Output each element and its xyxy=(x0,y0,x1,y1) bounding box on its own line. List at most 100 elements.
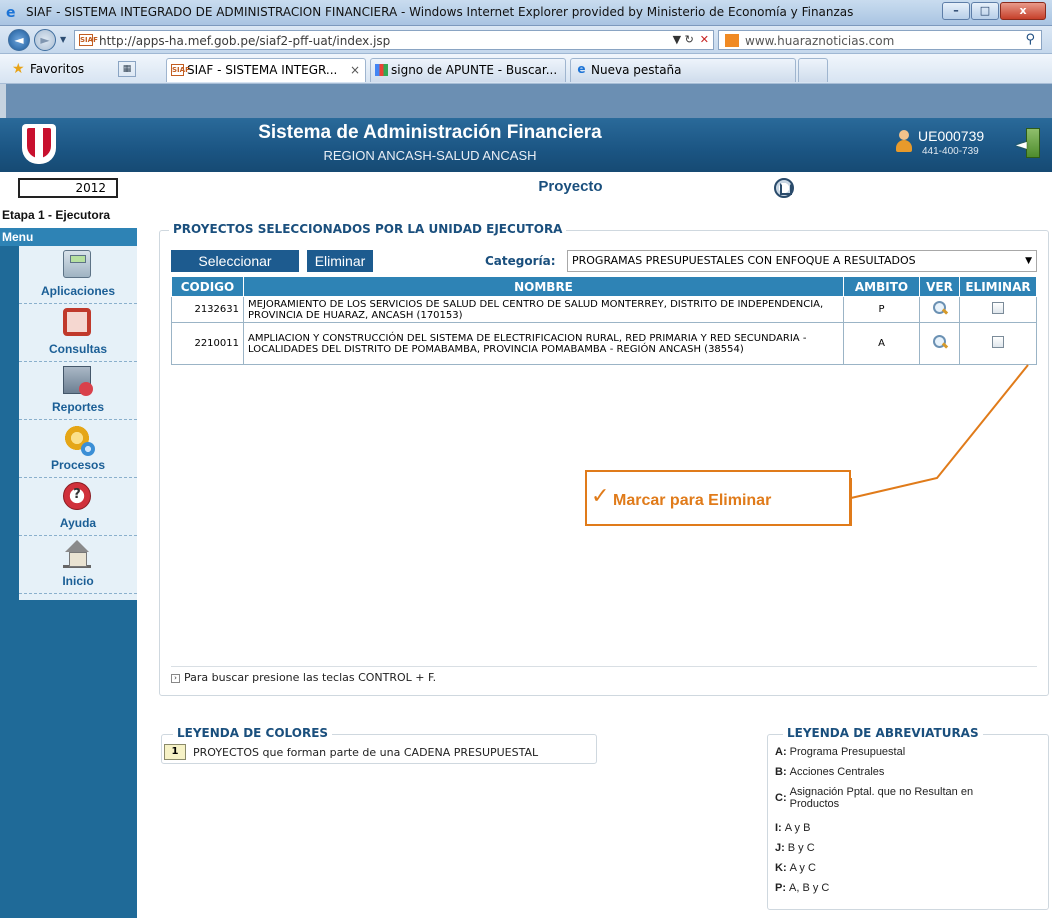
cell-ambito: P xyxy=(843,296,920,323)
sidebar-item-reportes[interactable]: Reportes xyxy=(19,362,137,420)
menu-panel: Aplicaciones Consultas Reportes Procesos… xyxy=(19,246,137,600)
menu-header: Menu xyxy=(0,228,137,246)
url-input[interactable]: SIAF http://apps-ha.mef.gob.pe/siaf2-pff… xyxy=(74,30,714,50)
refresh-icon[interactable]: ↻ xyxy=(685,33,694,46)
minimize-button[interactable]: – xyxy=(942,2,970,20)
sidebar-item-label: Reportes xyxy=(51,400,104,414)
gears-icon xyxy=(63,424,95,456)
col-codigo: CODIGO xyxy=(171,276,244,297)
category-value: PROGRAMAS PRESUPUESTALES CON ENFOQUE A R… xyxy=(572,254,916,267)
abbrev-legend-title: LEYENDA DE ABREVIATURAS xyxy=(783,726,983,740)
history-dropdown-icon[interactable]: ▼ xyxy=(60,35,66,44)
dropdown-arrow-icon[interactable]: ▼ xyxy=(673,33,681,46)
sidebar-item-aplicaciones[interactable]: Aplicaciones xyxy=(19,246,137,304)
ie-logo-icon: e xyxy=(6,5,16,21)
sidebar-item-label: Inicio xyxy=(62,574,94,588)
window-title: SIAF - SISTEMA INTEGRADO DE ADMINISTRACI… xyxy=(26,5,854,19)
help-icon xyxy=(63,482,91,510)
sidebar-item-inicio[interactable]: Inicio xyxy=(19,536,137,594)
col-eliminar: ELIMINAR xyxy=(959,276,1037,297)
calculator-icon xyxy=(63,250,91,278)
google-tab-icon xyxy=(375,64,388,76)
app-header: Sistema de Administración Financiera REG… xyxy=(0,118,1052,172)
report-icon xyxy=(63,366,93,396)
app-subtitle: REGION ANCASH-SALUD ANCASH xyxy=(323,148,537,163)
abbrev-item: I: A y B xyxy=(775,822,811,834)
color-legend-swatch: 1 xyxy=(164,744,186,760)
tab-new-page[interactable]: e Nueva pestaña xyxy=(570,58,796,82)
view-magnifier-icon[interactable] xyxy=(932,334,948,350)
search-input[interactable]: www.huaraznoticias.com ⚲ xyxy=(718,30,1042,50)
search-icon[interactable]: ⚲ xyxy=(1025,32,1035,47)
cell-nombre: AMPLIACION Y CONSTRUCCIÓN DEL SISTEMA DE… xyxy=(243,322,844,365)
cell-eliminar xyxy=(959,322,1037,365)
close-window-button[interactable]: x xyxy=(1000,2,1046,20)
search-hint-text: Para buscar presione las teclas CONTROL … xyxy=(184,671,437,684)
app-title: Sistema de Administración Financiera xyxy=(258,122,602,143)
search-hint: › Para buscar presione las teclas CONTROL… xyxy=(171,666,1037,684)
delete-checkbox[interactable] xyxy=(992,336,1004,348)
cell-ver xyxy=(919,322,960,365)
new-tab-button[interactable] xyxy=(798,58,828,82)
cell-nombre: MEJORAMIENTO DE LOS SERVICIOS DE SALUD D… xyxy=(243,296,844,323)
tab-google-search[interactable]: signo de APUNTE - Buscar... xyxy=(370,58,566,82)
exit-icon[interactable]: ◄ xyxy=(1016,128,1042,158)
forward-button[interactable]: ► xyxy=(34,29,56,51)
year-field[interactable]: 2012 xyxy=(18,178,118,198)
tab-siaf[interactable]: SIAF SIAF - SISTEMA INTEGR... × xyxy=(166,58,366,82)
sidebar-item-label: Consultas xyxy=(48,342,107,356)
abbrev-item: A: Programa Presupuestal xyxy=(775,746,906,758)
color-legend-title: LEYENDA DE COLORES xyxy=(173,726,333,740)
category-select[interactable]: PROGRAMAS PRESUPUESTALES CON ENFOQUE A R… xyxy=(567,250,1037,272)
color-legend-description: PROYECTOS que forman parte de una CADENA… xyxy=(193,746,539,759)
cell-codigo: 2210011 xyxy=(171,322,244,365)
view-magnifier-icon[interactable] xyxy=(932,300,948,316)
col-ambito: AMBITO xyxy=(843,276,920,297)
abbrev-item: J: B y C xyxy=(775,842,815,854)
maximize-button[interactable]: □ xyxy=(971,2,999,20)
sidebar-item-ayuda[interactable]: Ayuda xyxy=(19,478,137,536)
sidebar-item-label: Aplicaciones xyxy=(40,284,116,298)
table-row[interactable]: 2132631 MEJORAMIENTO DE LOS SERVICIOS DE… xyxy=(171,296,1037,323)
user-code: UE000739 xyxy=(918,128,985,144)
favorites-bar: ★ Favoritos ▦ SIAF SIAF - SISTEMA INTEGR… xyxy=(0,54,1052,84)
sidebar-item-procesos[interactable]: Procesos xyxy=(19,420,137,478)
url-text: http://apps-ha.mef.gob.pe/siaf2-pff-uat/… xyxy=(99,34,391,48)
col-nombre: NOMBRE xyxy=(243,276,844,297)
projects-section-title: PROYECTOS SELECCIONADOS POR LA UNIDAD EJ… xyxy=(169,222,567,236)
tab-label: signo de APUNTE - Buscar... xyxy=(391,63,558,77)
close-tab-icon[interactable]: × xyxy=(350,59,360,81)
user-phone: 441-400-739 xyxy=(922,146,979,157)
cell-ambito: A xyxy=(843,322,920,365)
cell-ver xyxy=(919,296,960,323)
checkmark-icon: ✓ xyxy=(591,484,610,509)
cell-eliminar xyxy=(959,296,1037,323)
siaf-tab-icon: SIAF xyxy=(171,64,190,76)
magnifier-icon xyxy=(63,308,91,336)
favorites-star-icon[interactable]: ★ xyxy=(12,61,25,77)
ie-tab-icon: e xyxy=(577,62,586,76)
abbrev-item: P: A, B y C xyxy=(775,882,830,894)
quick-tabs-icon[interactable]: ▦ xyxy=(118,61,136,77)
abbrev-item: B: Acciones Centrales xyxy=(775,766,885,778)
callout-text: Marcar para Eliminar xyxy=(613,492,772,509)
favorites-button[interactable]: Favoritos xyxy=(30,62,84,76)
col-ver: VER xyxy=(919,276,960,297)
page-title: Proyecto xyxy=(538,178,603,195)
eliminar-button[interactable]: Eliminar xyxy=(307,250,373,272)
abbrev-item: K: A y C xyxy=(775,862,816,874)
search-text: www.huaraznoticias.com xyxy=(745,34,895,48)
tab-label: Nueva pestaña xyxy=(591,63,682,77)
sidebar-item-consultas[interactable]: Consultas xyxy=(19,304,137,362)
home-icon[interactable] xyxy=(774,178,794,198)
stop-icon[interactable]: ✕ xyxy=(700,33,709,46)
seleccionar-button[interactable]: Seleccionar xyxy=(171,250,299,272)
back-button[interactable]: ◄ xyxy=(8,29,30,51)
address-toolbar: ◄ ► ▼ SIAF http://apps-ha.mef.gob.pe/sia… xyxy=(0,26,1052,54)
table-header-row: CODIGO NOMBRE AMBITO VER ELIMINAR xyxy=(171,276,1037,297)
search-provider-icon xyxy=(725,34,739,47)
delete-checkbox[interactable] xyxy=(992,302,1004,314)
callout-box: ✓ Marcar para Eliminar xyxy=(585,470,851,526)
table-row[interactable]: 2210011 AMPLIACION Y CONSTRUCCIÓN DEL SI… xyxy=(171,322,1037,365)
sidebar: 2012 Etapa 1 - Ejecutora Menu Aplicacion… xyxy=(0,172,137,918)
